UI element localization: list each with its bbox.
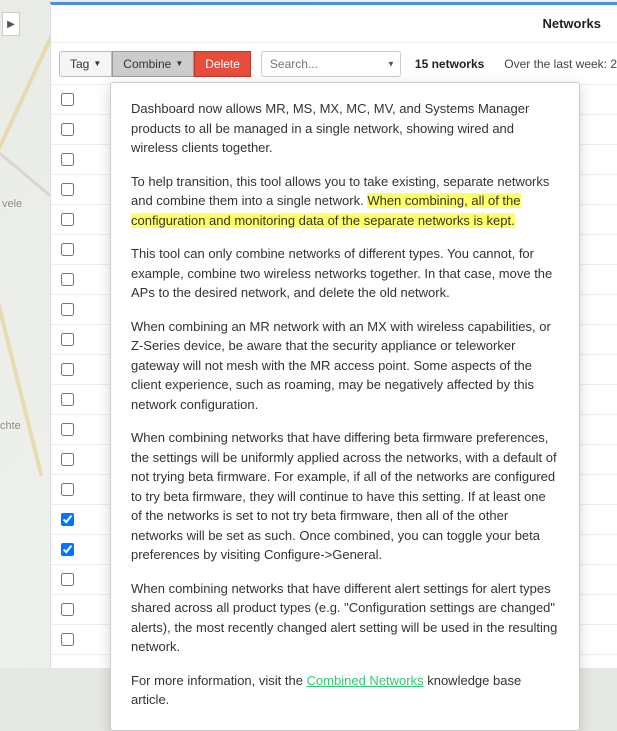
row-checkbox[interactable] <box>61 333 74 346</box>
delete-button[interactable]: Delete <box>194 51 251 77</box>
map-road <box>0 223 43 476</box>
row-checkbox[interactable] <box>61 483 74 496</box>
search-wrap: ▼ <box>261 51 401 77</box>
tag-button[interactable]: Tag ▼ <box>59 51 112 77</box>
help-paragraph: To help transition, this tool allows you… <box>131 172 559 231</box>
help-paragraph: When combining networks that have differ… <box>131 579 559 657</box>
row-checkbox[interactable] <box>61 543 74 556</box>
map-label: vele <box>2 198 22 210</box>
map-label: chte <box>0 420 21 432</box>
row-checkbox[interactable] <box>61 93 74 106</box>
combine-help-dropdown: Dashboard now allows MR, MS, MX, MC, MV,… <box>110 82 580 731</box>
panel-header: Networks <box>51 5 617 43</box>
help-paragraph: When combining networks that have differ… <box>131 428 559 565</box>
caret-down-icon: ▼ <box>93 59 101 68</box>
help-paragraph: This tool can only combine networks of d… <box>131 244 559 303</box>
tag-button-label: Tag <box>70 57 89 71</box>
row-checkbox[interactable] <box>61 573 74 586</box>
row-checkbox[interactable] <box>61 273 74 286</box>
toolbar: Tag ▼ Combine ▼ Delete ▼ 15 networks Ove… <box>51 43 617 85</box>
row-checkbox[interactable] <box>61 213 74 226</box>
help-text: For more information, visit the <box>131 673 307 688</box>
row-checkbox[interactable] <box>61 303 74 316</box>
chevron-right-icon: ▶ <box>7 19 15 30</box>
delete-button-label: Delete <box>205 57 240 71</box>
combine-button-label: Combine <box>123 57 171 71</box>
page-title: Networks <box>542 16 601 31</box>
caret-down-icon: ▼ <box>175 59 183 68</box>
network-count: 15 networks <box>415 57 484 71</box>
row-checkbox[interactable] <box>61 363 74 376</box>
help-paragraph: When combining an MR network with an MX … <box>131 317 559 415</box>
row-checkbox[interactable] <box>61 633 74 646</box>
row-checkbox[interactable] <box>61 243 74 256</box>
row-checkbox[interactable] <box>61 513 74 526</box>
combine-button[interactable]: Combine ▼ <box>112 51 194 77</box>
row-checkbox[interactable] <box>61 423 74 436</box>
combined-networks-link[interactable]: Combined Networks <box>307 673 424 688</box>
row-checkbox[interactable] <box>61 393 74 406</box>
help-paragraph: For more information, visit the Combined… <box>131 671 559 710</box>
search-input[interactable] <box>261 51 401 77</box>
row-checkbox[interactable] <box>61 153 74 166</box>
row-checkbox[interactable] <box>61 603 74 616</box>
timerange-label: Over the last week: 2 <box>504 57 617 71</box>
row-checkbox[interactable] <box>61 453 74 466</box>
collapse-panel-button[interactable]: ▶ <box>2 12 20 36</box>
help-paragraph: Dashboard now allows MR, MS, MX, MC, MV,… <box>131 99 559 158</box>
row-checkbox[interactable] <box>61 123 74 136</box>
row-checkbox[interactable] <box>61 183 74 196</box>
